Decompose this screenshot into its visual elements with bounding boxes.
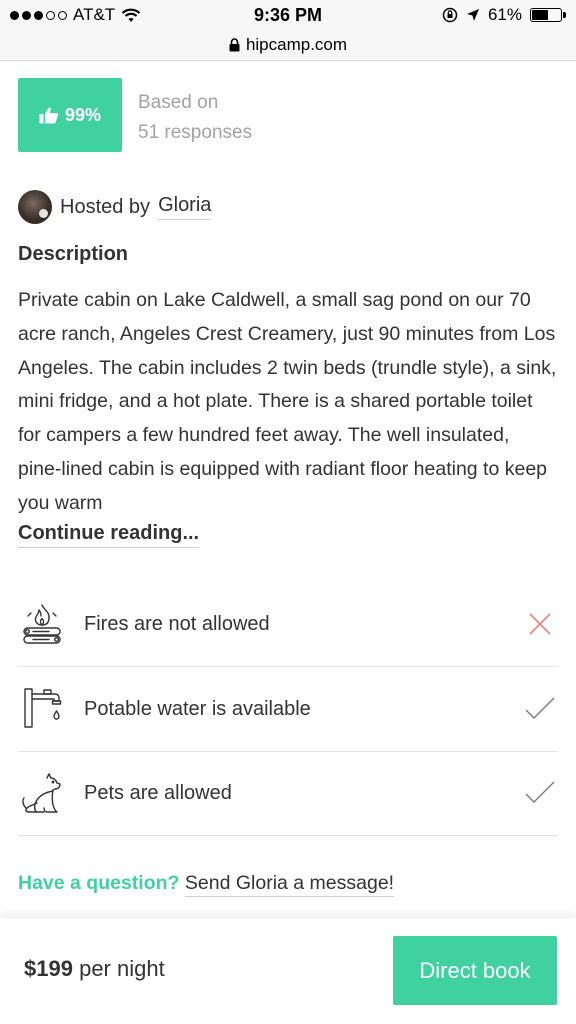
price-unit: per night (79, 956, 165, 981)
host-row[interactable]: Hosted by Gloria (18, 190, 212, 224)
price-amount: $199 (24, 956, 73, 981)
battery-percent: 61% (487, 5, 522, 24)
host-prefix: Hosted by (60, 195, 151, 218)
rating-percent: 99% (64, 104, 102, 125)
question-row: Have a question? Send Gloria a message! (18, 872, 395, 897)
lock-icon (229, 38, 240, 52)
checkmark-icon (522, 775, 558, 811)
send-message-link[interactable]: Send Gloria a message! (184, 872, 395, 897)
faucet-icon (18, 685, 66, 733)
direct-book-button[interactable]: Direct book (393, 936, 557, 1005)
amenity-row-pets: Pets are allowed (18, 751, 558, 836)
amenity-row-water: Potable water is available (18, 667, 558, 752)
amenity-label: Potable water is available (84, 697, 311, 720)
rating-caption-line2: 51 responses (138, 122, 253, 143)
description-heading: Description (18, 243, 129, 265)
amenity-label: Pets are allowed (84, 781, 232, 804)
price: $199 per night (24, 956, 165, 982)
host-avatar[interactable] (18, 190, 52, 224)
description-text: Private cabin on Lake Caldwell, a small … (18, 289, 557, 514)
status-right: 61% (442, 5, 566, 25)
host-name-link[interactable]: Gloria (158, 194, 212, 220)
address-bar[interactable]: hipcamp.com (0, 30, 576, 61)
rating-badge: 99% (18, 78, 122, 152)
continue-reading-link[interactable]: Continue reading... (18, 522, 200, 548)
booking-footer: $199 per night Direct book (0, 918, 576, 1024)
rating-caption: Based on 51 responses (138, 88, 252, 148)
amenity-label: Fires are not allowed (84, 612, 270, 635)
dog-icon (18, 769, 66, 817)
thumbs-up-icon (39, 107, 59, 124)
url-text: hipcamp.com (245, 35, 348, 54)
rotation-lock-icon (442, 7, 458, 23)
battery-icon (530, 8, 566, 22)
cross-icon (522, 606, 558, 642)
amenity-row-fires: Fires are not allowed (18, 582, 558, 667)
question-prompt: Have a question? (18, 872, 180, 894)
rating-caption-line1: Based on (138, 92, 219, 113)
campfire-icon (18, 600, 66, 648)
status-bar: AT&T 9:36 PM 61% (0, 0, 576, 30)
checkmark-icon (522, 691, 558, 727)
location-arrow-icon (466, 9, 479, 21)
